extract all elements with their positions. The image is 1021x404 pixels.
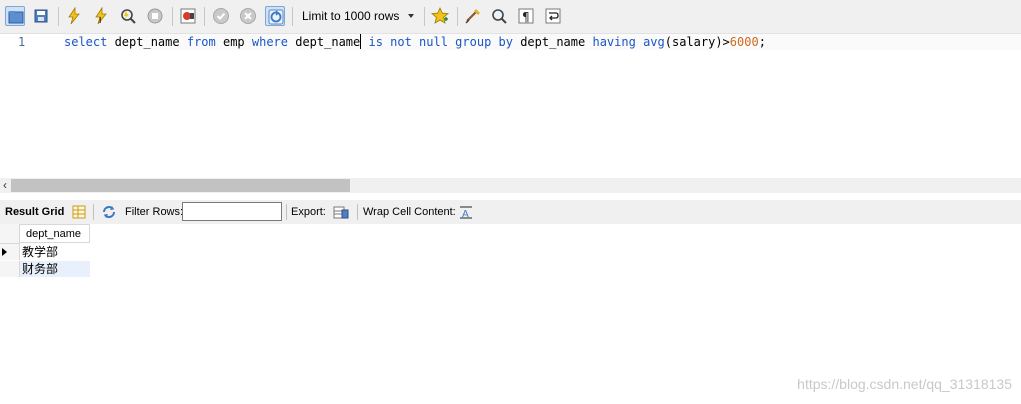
open-folder-icon[interactable] (5, 6, 25, 26)
toolbar-separator (172, 7, 173, 26)
svg-text:¶: ¶ (522, 10, 530, 24)
sql-function: avg (643, 35, 665, 49)
row-selector[interactable] (0, 244, 20, 260)
filter-rows-input[interactable] (182, 202, 282, 221)
sql-keyword: is not null group by (368, 35, 513, 49)
execute-icon[interactable] (64, 6, 84, 26)
column-header-dept-name[interactable]: dept_name (20, 224, 90, 243)
wrap-cell-content-label: Wrap Cell Content: (363, 206, 456, 218)
sql-editor[interactable]: 1 select dept_name from emp where dept_n… (0, 34, 1021, 178)
rollback-icon[interactable] (238, 6, 258, 26)
sql-identifier: dept_name (288, 35, 361, 49)
sql-expression: (salary)> (664, 35, 730, 49)
sql-number: 6000 (729, 35, 759, 49)
sql-identifier: dept_name (512, 35, 593, 49)
find-icon[interactable] (489, 6, 509, 26)
query-toolbar: I Limit to 1000 rows ¶ (0, 0, 1021, 34)
export-label: Export: (291, 206, 326, 218)
export-icon[interactable] (333, 204, 349, 220)
limit-rows-value: Limit to 1000 rows (302, 9, 400, 23)
bookmark-icon[interactable] (430, 6, 450, 26)
line-number: 1 (18, 35, 26, 49)
save-icon[interactable] (31, 6, 51, 26)
table-cell[interactable]: 教学部 (20, 244, 90, 260)
sql-keyword: from (186, 35, 216, 49)
toolbar-separator (457, 7, 458, 26)
sql-keyword: where (251, 35, 288, 49)
stop-icon[interactable] (145, 6, 165, 26)
sql-keyword: select (64, 35, 108, 49)
refresh-icon[interactable] (101, 204, 117, 220)
chevron-down-icon (408, 14, 414, 18)
table-row[interactable]: 财务部 (0, 261, 90, 277)
sql-space (636, 35, 643, 49)
sql-identifier: emp (215, 35, 252, 49)
row-pointer-icon (2, 248, 7, 256)
row-selector[interactable] (0, 261, 20, 277)
sql-code-line[interactable]: select dept_name from emp where dept_nam… (64, 34, 1021, 50)
toolbar-separator (292, 7, 293, 26)
toolbar-separator (93, 204, 94, 220)
beautify-icon[interactable] (463, 6, 483, 26)
commit-icon[interactable] (211, 6, 231, 26)
filter-rows-label: Filter Rows: (125, 206, 184, 218)
toolbar-separator (424, 7, 425, 26)
toolbar-separator (58, 7, 59, 26)
grid-corner (0, 224, 20, 244)
watermark: https://blog.csdn.net/qq_31318135 (797, 376, 1012, 392)
result-grid-label[interactable]: Result Grid (5, 200, 64, 224)
wrap-icon[interactable] (543, 6, 563, 26)
scrollbar-thumb[interactable] (11, 179, 350, 192)
toggle-error-icon[interactable] (178, 6, 198, 26)
invisible-chars-icon[interactable]: ¶ (516, 6, 536, 26)
svg-text:I: I (99, 16, 101, 25)
toolbar-separator (286, 204, 287, 220)
toolbar-separator (204, 7, 205, 26)
toolbar-separator (357, 204, 358, 220)
explain-icon[interactable] (118, 6, 138, 26)
sql-keyword: having (592, 35, 636, 49)
sql-identifier: dept_name (107, 35, 187, 49)
wrap-cell-icon[interactable]: A (458, 204, 474, 220)
autocommit-icon[interactable] (265, 6, 285, 26)
execute-current-icon[interactable]: I (91, 6, 111, 26)
table-cell[interactable]: 财务部 (20, 261, 90, 277)
result-toolbar: Result Grid Filter Rows: Export: Wrap Ce… (0, 200, 1021, 224)
scroll-left-icon[interactable]: ‹ (0, 178, 10, 193)
table-row[interactable]: 教学部 (0, 244, 90, 260)
horizontal-scrollbar[interactable]: ‹ (0, 178, 1021, 193)
sql-terminator: ; (758, 35, 766, 49)
grid-view-icon[interactable] (71, 204, 87, 220)
limit-rows-select[interactable]: Limit to 1000 rows (296, 6, 420, 27)
